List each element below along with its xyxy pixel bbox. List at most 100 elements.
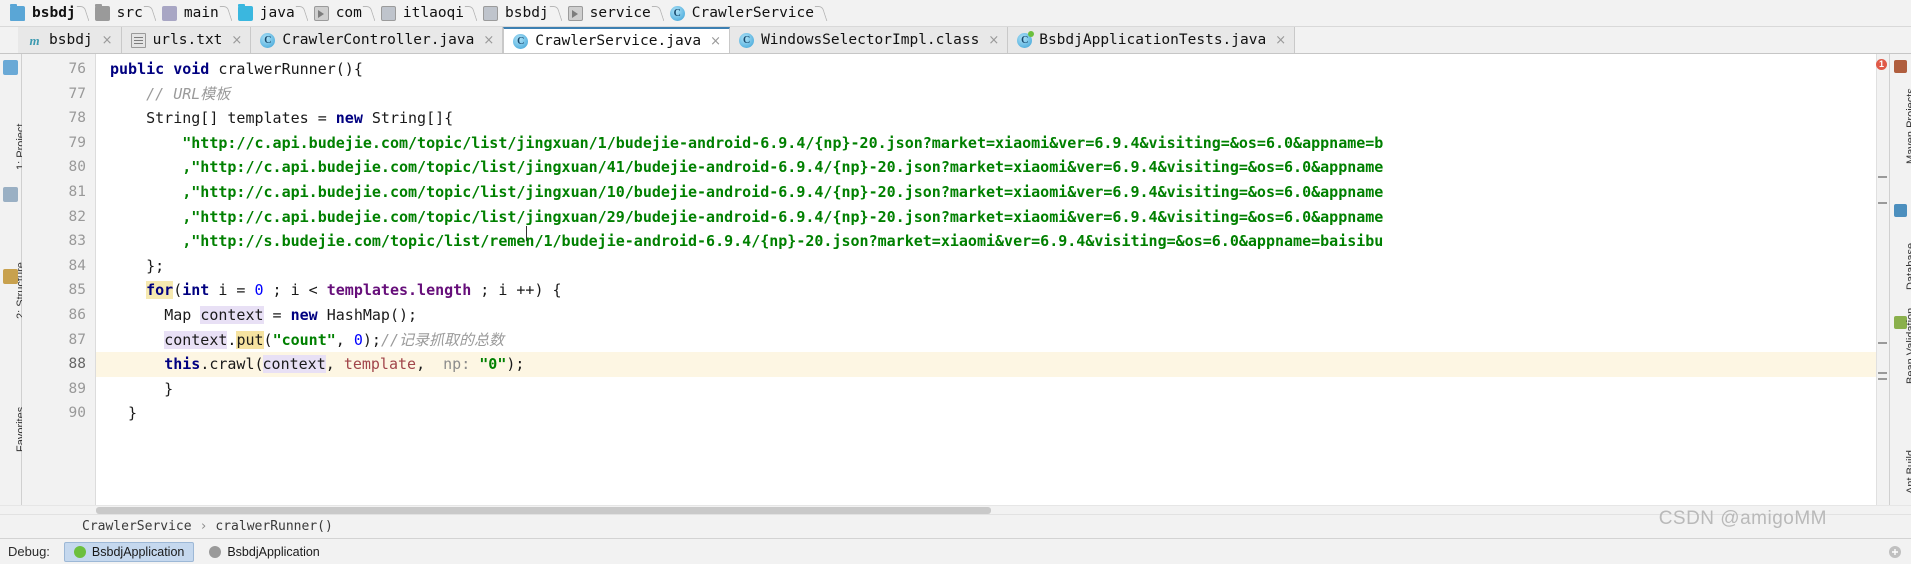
- line-number-gutter[interactable]: 76 77 78 79 80 81 82 83 84 85 86 87 88 8…: [22, 54, 96, 505]
- keyword-new: new: [335, 109, 363, 128]
- line-number: 82: [68, 208, 86, 225]
- tab-crawlerservice-java[interactable]: C CrawlerService.java ×: [503, 27, 731, 53]
- line-number: 89: [68, 380, 86, 397]
- method-declaration-name: cralwerRunner: [218, 60, 336, 78]
- code-line-89[interactable]: }: [96, 377, 1889, 402]
- error-stripe-marker-column[interactable]: 1: [1876, 54, 1889, 505]
- code-line-80[interactable]: ,"http://c.api.budejie.com/topic/list/ji…: [96, 155, 1889, 180]
- marker-stripe[interactable]: [1878, 372, 1887, 374]
- breadcrumb-item-src[interactable]: src: [88, 1, 156, 25]
- line-number: 76: [68, 61, 86, 77]
- literal-zero: 0: [353, 330, 363, 349]
- type-string-array: String[]: [146, 109, 219, 128]
- code-line-85[interactable]: for(int i = 0 ; i < templates.length ; i…: [96, 278, 1889, 303]
- close-icon[interactable]: ×: [710, 35, 721, 48]
- code-line-77[interactable]: // URL模板: [96, 82, 1889, 107]
- tab-bsbdjapplicationtests-java[interactable]: C BsbdjApplicationTests.java ×: [1008, 27, 1296, 53]
- close-icon[interactable]: ×: [1275, 34, 1286, 47]
- debug-session-tab[interactable]: BsbdjApplication: [200, 542, 328, 562]
- line-number: 90: [68, 405, 86, 422]
- database-toolwindow-icon[interactable]: [1894, 204, 1907, 217]
- error-count-badge[interactable]: 1: [1876, 59, 1887, 70]
- close-icon[interactable]: ×: [988, 34, 999, 47]
- keyword-this: this: [164, 355, 201, 374]
- variable-context: context: [200, 305, 264, 324]
- editor-body: 1: Project 2: Structure Favorites 76 77 …: [0, 54, 1911, 505]
- breadcrumb-label: service: [589, 5, 651, 21]
- breadcrumb-method[interactable]: cralwerRunner(): [215, 519, 332, 534]
- tab-label: BsbdjApplicationTests.java: [1039, 32, 1267, 48]
- breadcrumb: bsbdj src main java com itlaoqi bsbdj se…: [0, 0, 1911, 27]
- code-editor[interactable]: public void cralwerRunner(){ // URL模板 St…: [96, 54, 1889, 505]
- java-class-icon: C: [669, 5, 685, 21]
- breadcrumb-item-java[interactable]: java: [231, 1, 308, 25]
- breadcrumb-label: src: [116, 5, 143, 21]
- marker-stripe[interactable]: [1878, 202, 1887, 204]
- line-number: 85: [68, 282, 86, 299]
- tab-urls-txt[interactable]: urls.txt ×: [121, 27, 252, 53]
- spring-run-icon: [209, 545, 222, 558]
- breadcrumb-item-service[interactable]: service: [561, 1, 664, 25]
- keyword-void: void: [173, 60, 210, 78]
- folder-lavender-icon: [161, 5, 177, 21]
- code-line-84[interactable]: };: [96, 254, 1889, 279]
- toolwindow-button-database[interactable]: Database: [1905, 243, 1911, 290]
- marker-stripe[interactable]: [1878, 176, 1887, 178]
- breadcrumb-class[interactable]: CrawlerService: [82, 519, 192, 534]
- favorites-toolwindow-icon[interactable]: [3, 269, 18, 284]
- breadcrumb-label: bsbdj: [505, 5, 549, 21]
- code-line-86[interactable]: Map context = new HashMap();: [96, 303, 1889, 328]
- breadcrumb-item-crawlerservice[interactable]: C CrawlerService: [663, 1, 827, 25]
- code-line-88[interactable]: this.crawl(context, template, np: "0");: [96, 352, 1889, 377]
- variable-context: context: [164, 330, 228, 349]
- editor-bottom-breadcrumb: CrawlerService › cralwerRunner(): [0, 514, 1911, 538]
- tab-windowsselectorimpl-class[interactable]: C WindowsSelectorImpl.class ×: [730, 27, 1009, 53]
- java-class-icon: C: [260, 32, 276, 48]
- project-toolwindow-icon[interactable]: [3, 60, 18, 75]
- code-line-78[interactable]: String[] templates = new String[]{: [96, 106, 1889, 131]
- debug-toolwindow-bar: Debug: BsbdjApplication BsbdjApplication…: [0, 508, 1911, 564]
- code-line-82[interactable]: ,"http://c.api.budejie.com/topic/list/ji…: [96, 205, 1889, 230]
- code-line-81[interactable]: ,"http://c.api.budejie.com/topic/list/ji…: [96, 180, 1889, 205]
- debug-session-tab-active[interactable]: BsbdjApplication: [63, 541, 195, 562]
- editor-horizontal-scrollbar[interactable]: [0, 505, 1911, 514]
- breadcrumb-item-com[interactable]: com: [307, 1, 375, 25]
- breadcrumb-item-bsbdj-package[interactable]: bsbdj: [477, 1, 562, 25]
- string-zero: "0": [479, 355, 507, 374]
- scrollbar-thumb[interactable]: [96, 507, 991, 514]
- breadcrumb-item-main[interactable]: main: [155, 1, 232, 25]
- code-line-83[interactable]: ,"http://s.budejie.com/topic/list/remen/…: [96, 229, 1889, 254]
- line-number: 83: [68, 233, 86, 250]
- close-icon[interactable]: ×: [102, 34, 113, 47]
- tab-label: CrawlerService.java: [535, 33, 702, 49]
- package-icon: [483, 5, 499, 21]
- folder-module-icon: [10, 3, 25, 21]
- code-line-87[interactable]: context.put("count", 0);//记录抓取的总数: [96, 328, 1889, 353]
- breadcrumb-item-bsbdj-module[interactable]: bsbdj: [4, 1, 89, 25]
- code-line-90[interactable]: }: [96, 401, 1889, 426]
- marker-stripe[interactable]: [1878, 378, 1887, 380]
- toolwindow-button-bean-validation[interactable]: Bean Validation: [1905, 308, 1911, 384]
- code-line-79[interactable]: "http://c.api.budejie.com/topic/list/jin…: [96, 131, 1889, 156]
- java-class-icon: C: [739, 32, 755, 48]
- maven-toolwindow-icon[interactable]: [1894, 60, 1907, 73]
- breadcrumb-label: bsbdj: [32, 5, 76, 21]
- ide-window: bsbdj src main java com itlaoqi bsbdj se…: [0, 0, 1911, 564]
- marker-stripe[interactable]: [1878, 342, 1887, 344]
- structure-toolwindow-icon[interactable]: [3, 187, 18, 202]
- parameter-hint-np: np:: [443, 355, 471, 374]
- debug-session-label: BsbdjApplication: [91, 544, 185, 559]
- text-file-icon: [130, 32, 146, 48]
- notification-icon[interactable]: [1887, 544, 1903, 560]
- comment-url-template: // URL模板: [146, 84, 231, 103]
- tab-crawlercontroller-java[interactable]: C CrawlerController.java ×: [251, 27, 504, 53]
- string-url-jingxuan-41: ,"http://c.api.budejie.com/topic/list/ji…: [182, 158, 1384, 177]
- expression-templates-length: templates.length: [326, 281, 472, 300]
- toolwindow-button-maven[interactable]: Maven Projects: [1905, 88, 1911, 164]
- close-icon[interactable]: ×: [483, 34, 494, 47]
- close-icon[interactable]: ×: [231, 34, 242, 47]
- tab-bsbdj[interactable]: m bsbdj ×: [18, 27, 122, 53]
- code-line-76[interactable]: public void cralwerRunner(){: [96, 57, 1889, 82]
- toolwindow-button-ant-build[interactable]: Ant Build: [1905, 450, 1911, 494]
- breadcrumb-item-itlaoqi[interactable]: itlaoqi: [374, 1, 478, 25]
